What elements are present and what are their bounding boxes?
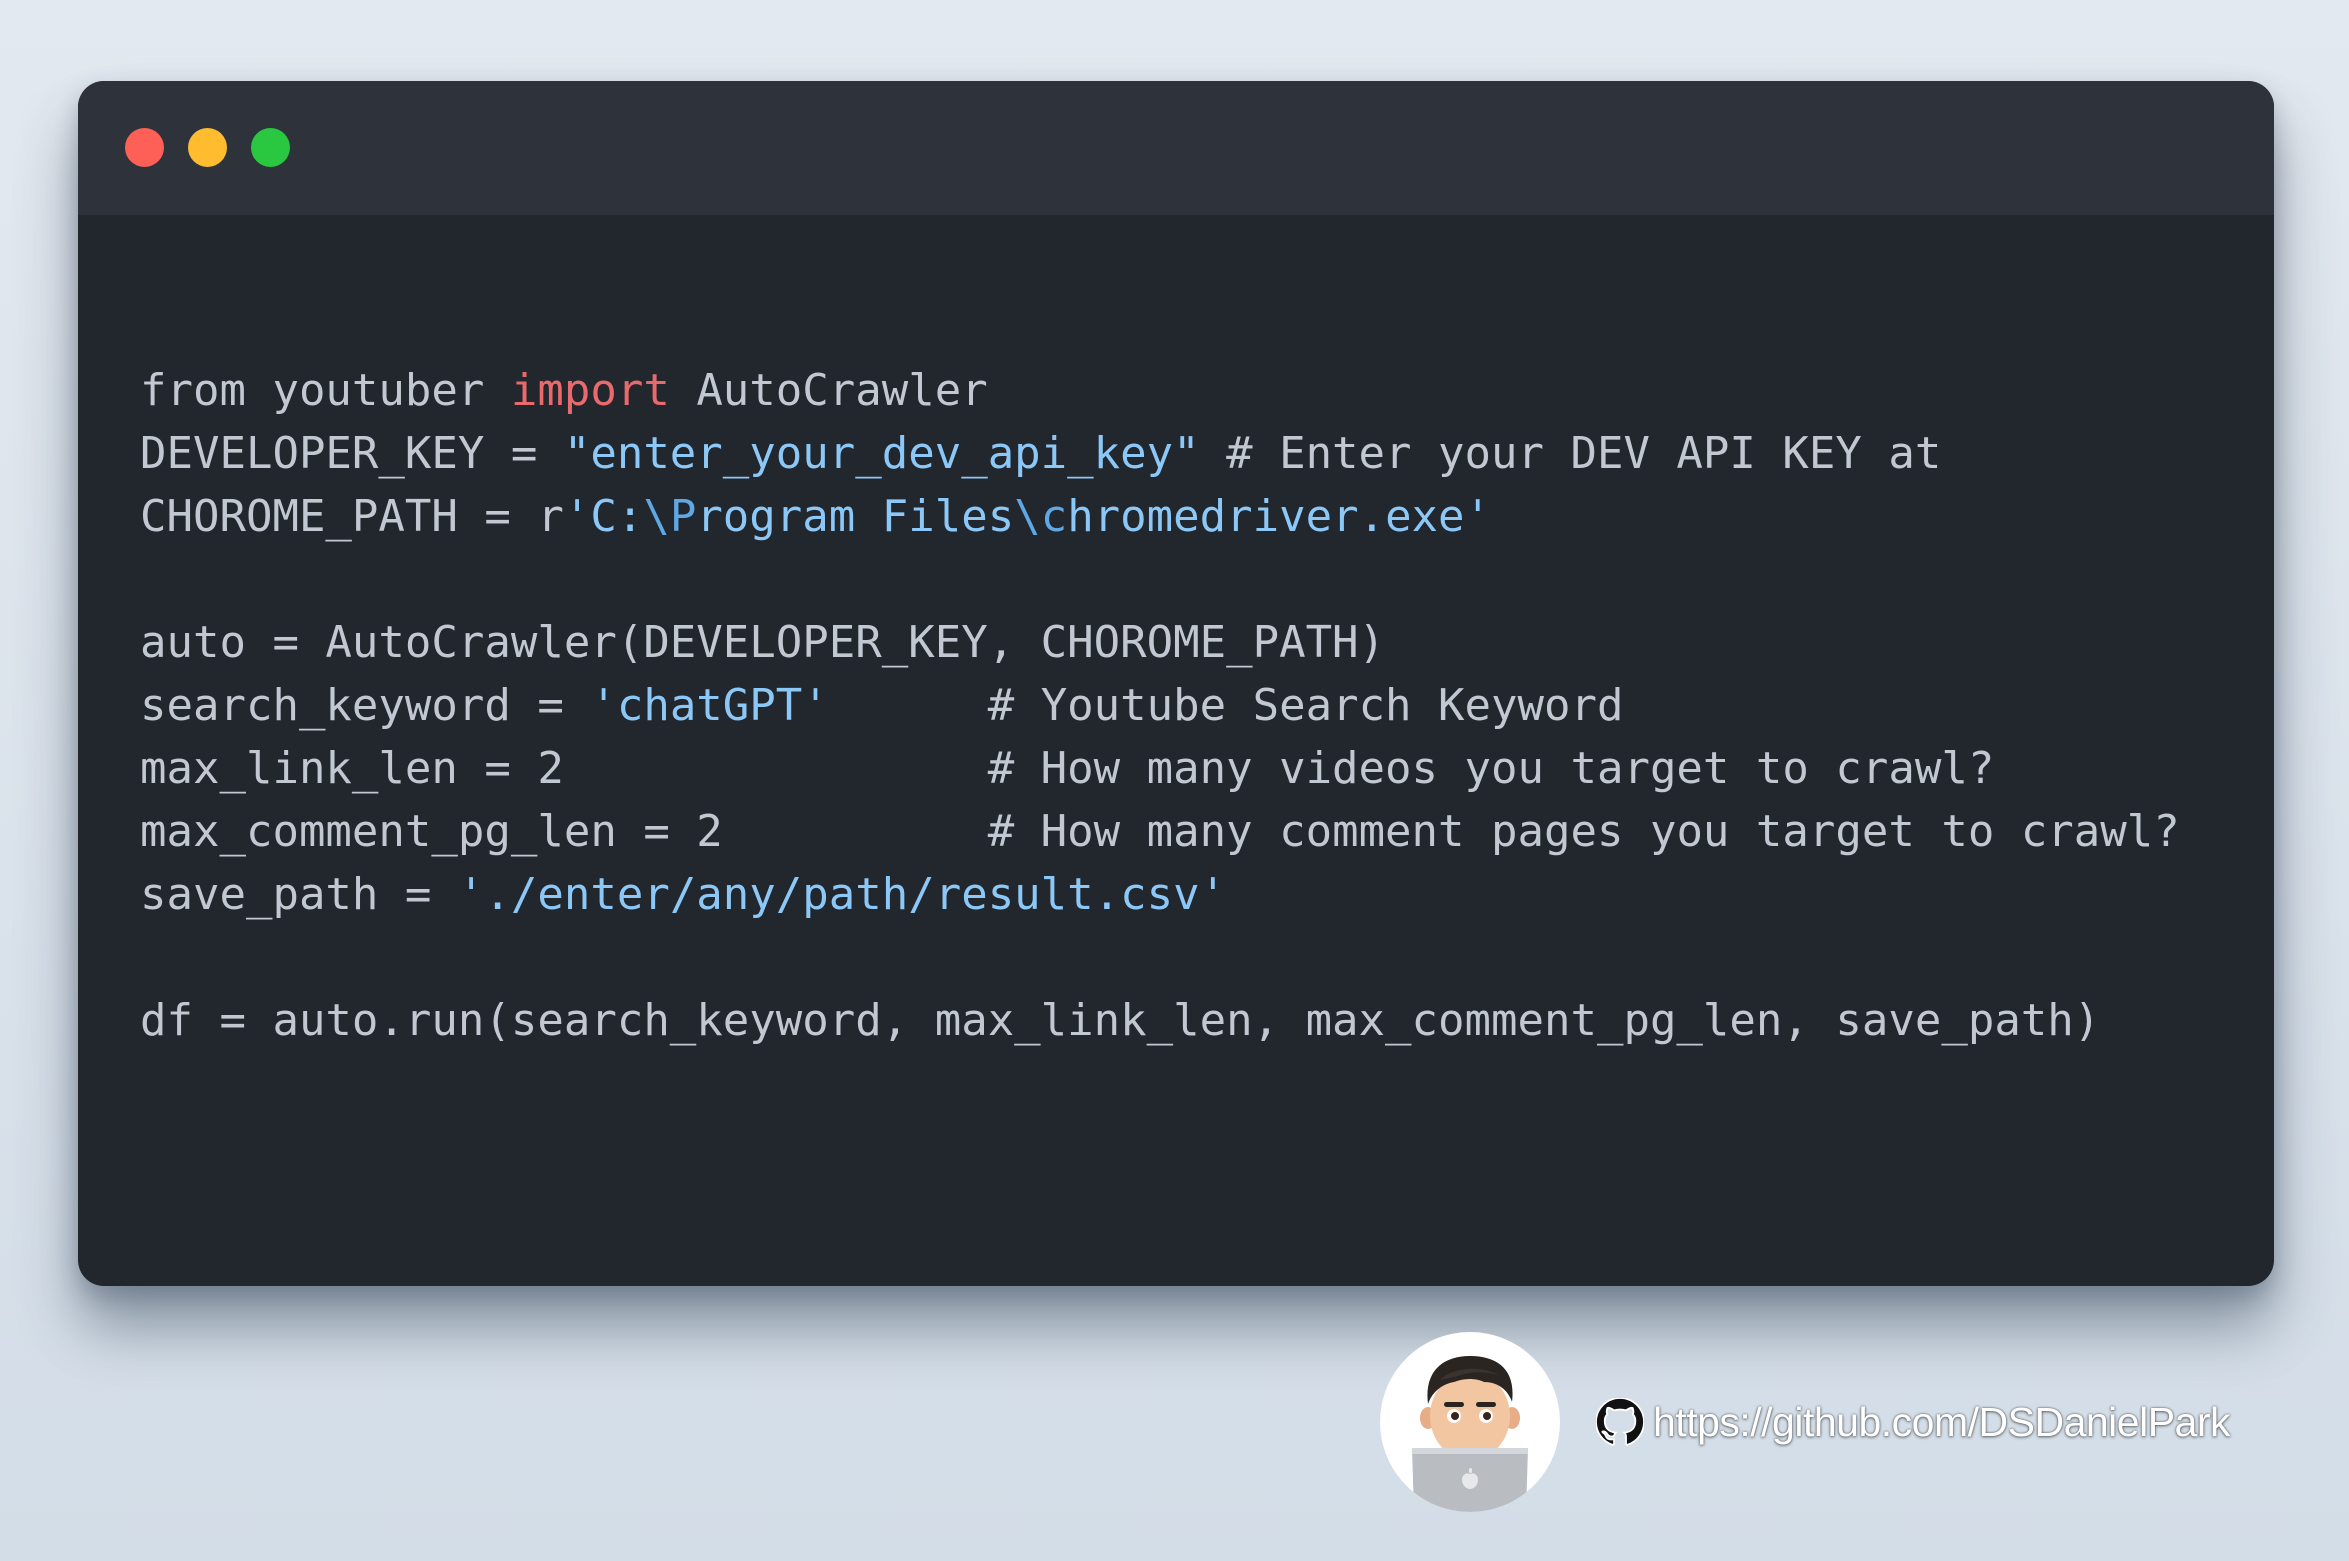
window-titlebar — [78, 81, 2274, 215]
code-token-str: 'C: — [563, 491, 644, 542]
code-line: search_keyword = 'chatGPT' # Youtube Sea… — [140, 674, 2180, 737]
code-token-plain: AutoCrawler — [669, 365, 988, 416]
code-token-cmt: # How many videos you target to crawl? — [563, 743, 1995, 794]
code-token-esc: \c — [1014, 491, 1068, 542]
code-token-plain: auto = AutoCrawler(DEVELOPER_KEY, CHOROM… — [140, 617, 1386, 668]
code-token-plain: from youtuber — [140, 365, 511, 416]
code-token-kw: import — [510, 365, 670, 416]
code-line: df = auto.run(search_keyword, max_link_l… — [140, 989, 2180, 1052]
code-line: auto = AutoCrawler(DEVELOPER_KEY, CHOROM… — [140, 611, 2180, 674]
code-line: DEVELOPER_KEY = "enter_your_dev_api_key"… — [140, 422, 2180, 485]
code-token-esc: \P — [643, 491, 697, 542]
code-block: from youtuber import AutoCrawler DEVELOPE… — [140, 359, 2180, 1052]
code-token-str: hromedriver.exe' — [1067, 491, 1492, 542]
github-icon — [1596, 1398, 1644, 1446]
code-token-str: './enter/any/path/result.csv' — [457, 869, 1227, 920]
code-token-plain: CHOROME_PATH = r — [140, 491, 564, 542]
code-token-cmt: # Youtube Search Keyword — [828, 680, 1624, 731]
close-window-button[interactable] — [125, 128, 164, 167]
code-line: CHOROME_PATH = r'C:\Program Files\chrome… — [140, 485, 2180, 548]
code-token-plain: max_link_len = 2 — [140, 743, 564, 794]
github-url-text[interactable]: https://github.com/DSDanielPark — [1653, 1399, 2231, 1446]
code-line: save_path = './enter/any/path/result.csv… — [140, 863, 2180, 926]
code-token-str: 'chatGPT' — [590, 680, 829, 731]
code-window: from youtuber import AutoCrawler DEVELOPE… — [78, 81, 2274, 1286]
memoji-avatar-icon — [1380, 1332, 1560, 1512]
code-token-cmt: # How many comment pages you target to c… — [722, 806, 2180, 857]
code-token-cmt: # Enter your DEV API KEY at — [1199, 428, 1942, 479]
code-token-plain: df = auto.run(search_keyword, max_link_l… — [140, 995, 2101, 1046]
code-token-str: rogram Files — [696, 491, 1015, 542]
code-token-plain: save_path = — [140, 869, 458, 920]
code-token-plain: search_keyword = — [140, 680, 591, 731]
code-line: max_comment_pg_len = 2 # How many commen… — [140, 800, 2180, 863]
code-line: max_link_len = 2 # How many videos you t… — [140, 737, 2180, 800]
github-link[interactable]: https://github.com/DSDanielPark — [1596, 1398, 2231, 1446]
code-token-plain: max_comment_pg_len = 2 — [140, 806, 723, 857]
code-line: from youtuber import AutoCrawler — [140, 359, 2180, 422]
maximize-window-button[interactable] — [251, 128, 290, 167]
minimize-window-button[interactable] — [188, 128, 227, 167]
code-token-str: "enter_your_dev_api_key" — [563, 428, 1200, 479]
code-token-plain: DEVELOPER_KEY = — [140, 428, 564, 479]
